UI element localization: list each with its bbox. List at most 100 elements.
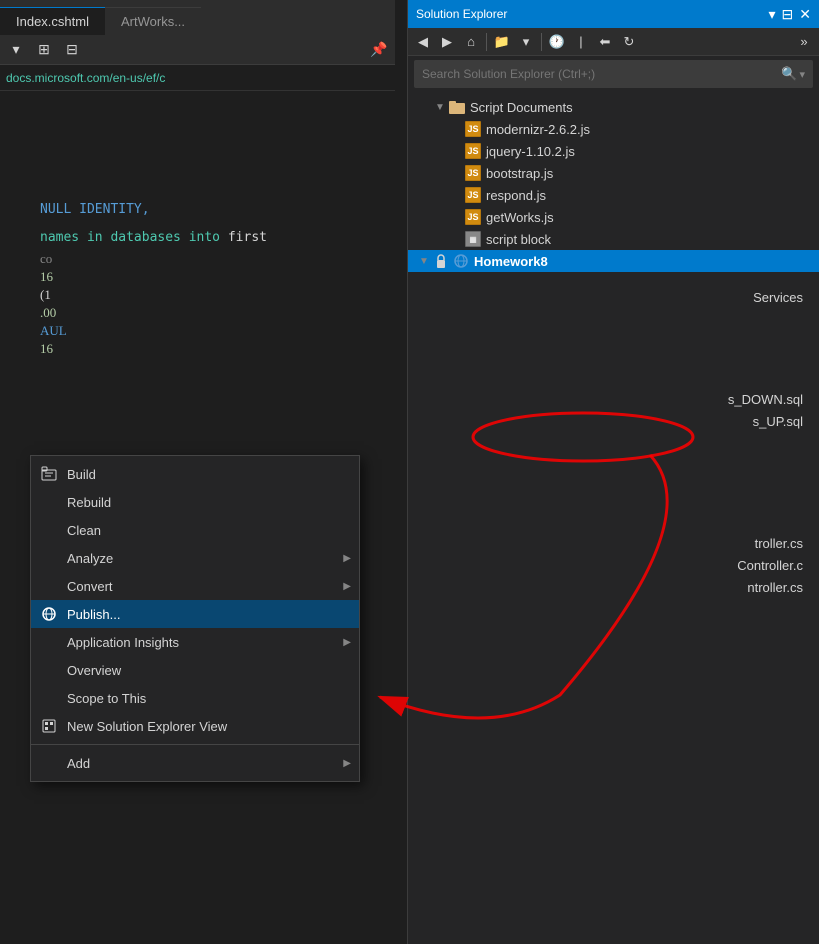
code-fill5: AUL (0, 323, 395, 339)
ctx-analyze[interactable]: Analyze ▶ (31, 544, 359, 572)
tree-label-bootstrap: bootstrap.js (486, 166, 553, 181)
code-fill: co (0, 251, 395, 267)
sep2 (541, 33, 542, 51)
code-line-null: NULL IDENTITY, (0, 199, 395, 219)
tree-item-homework8[interactable]: ▼ Homework8 (408, 250, 819, 272)
ctx-overview[interactable]: Overview (31, 656, 359, 684)
ctx-analyze-label: Analyze (67, 551, 113, 566)
tree-item-respond[interactable]: JS respond.js (408, 184, 819, 206)
layout-btn[interactable]: ⊟ (60, 38, 84, 62)
se-close-btn[interactable]: ✕ (799, 7, 811, 21)
tab-bar: Index.cshtml ArtWorks... (0, 0, 395, 35)
dropdown-btn[interactable]: ▾ (4, 38, 28, 62)
tree-item-sql-up[interactable]: s_UP.sql (408, 410, 819, 432)
code-fill4: .00 (0, 305, 395, 321)
se-title: Solution Explorer (416, 7, 769, 21)
tree-item-script-documents[interactable]: ▼ Script Documents (408, 96, 819, 118)
tree-item-script-block[interactable]: ▦ script block (408, 228, 819, 250)
script-icon: ▦ (464, 230, 482, 248)
se-titlebar: Solution Explorer ▾ ⊟ ✕ (408, 0, 819, 28)
se-search-input[interactable] (422, 67, 781, 81)
ctx-add-label: Add (67, 756, 90, 771)
sep1 (486, 33, 487, 51)
folder-icon (448, 98, 466, 116)
ctx-app-insights[interactable]: Application Insights ▶ (31, 628, 359, 656)
ctx-scope-to-this[interactable]: Scope to This (31, 684, 359, 712)
new-view-icon (39, 716, 59, 736)
ctx-add[interactable]: Add ▶ (31, 749, 359, 777)
se-search-bar[interactable]: 🔍 ▾ (414, 60, 813, 88)
ctx-new-explorer-view[interactable]: New Solution Explorer View (31, 712, 359, 740)
tree-item-controller3[interactable]: ntroller.cs (408, 576, 819, 598)
code-fill2: 16 (0, 269, 395, 285)
ctx-clean[interactable]: Clean (31, 516, 359, 544)
analyze-submenu-arrow: ▶ (343, 553, 351, 564)
tree-label-script-block: script block (486, 232, 551, 247)
ctx-build[interactable]: Build (31, 460, 359, 488)
se-home-btn[interactable]: ⌂ (460, 31, 482, 53)
partial-sql-up: s_UP.sql (753, 414, 819, 429)
tree-item-controller1[interactable]: troller.cs (408, 532, 819, 554)
se-toolbar: ◀ ▶ ⌂ 📁 ▾ 🕐 | ⬅ ↻ » (408, 28, 819, 56)
se-pin-btn[interactable]: ⊟ (782, 7, 794, 21)
tree-item-jquery[interactable]: JS jquery-1.10.2.js (408, 140, 819, 162)
se-titlebar-buttons: ▾ ⊟ ✕ (769, 7, 812, 21)
se-refresh-btn[interactable]: ↻ (618, 31, 640, 53)
tree-item-services[interactable]: Services (408, 286, 819, 308)
se-overflow-btn[interactable]: » (793, 31, 815, 53)
ctx-convert-label: Convert (67, 579, 113, 594)
se-sep-btn[interactable]: | (570, 31, 592, 53)
partial-controller2: Controller.c (737, 558, 819, 573)
address-text: docs.microsoft.com/en-us/ef/c (6, 71, 165, 85)
tree-label-jquery: jquery-1.10.2.js (486, 144, 575, 159)
add-submenu-arrow: ▶ (343, 758, 351, 769)
tab-index-cshtml[interactable]: Index.cshtml (0, 7, 105, 35)
tree-label-modernizr: modernizr-2.6.2.js (486, 122, 590, 137)
se-back-btn[interactable]: ◀ (412, 31, 434, 53)
tree-item-modernizr[interactable]: JS modernizr-2.6.2.js (408, 118, 819, 140)
grid-btn[interactable]: ⊞ (32, 38, 56, 62)
se-dropdown2-btn[interactable]: ▾ (515, 31, 537, 53)
tree-item-bootstrap[interactable]: JS bootstrap.js (408, 162, 819, 184)
ctx-app-insights-label: Application Insights (67, 635, 179, 650)
convert-submenu-arrow: ▶ (343, 581, 351, 592)
tree-gap (408, 308, 819, 388)
ctx-separator (31, 744, 359, 745)
publish-icon (39, 604, 59, 624)
code-fill6: 16 (0, 341, 395, 357)
ctx-rebuild-label: Rebuild (67, 495, 111, 510)
ctx-publish[interactable]: Publish... (31, 600, 359, 628)
tree-item-controller2[interactable]: Controller.c (408, 554, 819, 576)
se-forward-btn[interactable]: ▶ (436, 31, 458, 53)
js-icon-getworks: JS (464, 208, 482, 226)
partial-controller1: troller.cs (755, 536, 819, 551)
tree-gap2 (408, 432, 819, 532)
project-web-icon (452, 252, 470, 270)
tree-item-getworks[interactable]: JS getWorks.js (408, 206, 819, 228)
address-bar: docs.microsoft.com/en-us/ef/c (0, 65, 395, 91)
ctx-convert[interactable]: Convert ▶ (31, 572, 359, 600)
js-icon-modernizr: JS (464, 120, 482, 138)
ctx-scope-label: Scope to This (67, 691, 146, 706)
se-dropdown-btn[interactable]: ▾ (769, 7, 776, 21)
editor-toolbar: ▾ ⊞ ⊟ 📌 (0, 35, 395, 65)
ctx-new-view-label: New Solution Explorer View (67, 719, 227, 734)
search-dropdown-btn[interactable]: ▾ (799, 68, 805, 81)
solution-explorer: Solution Explorer ▾ ⊟ ✕ ◀ ▶ ⌂ 📁 ▾ 🕐 | ⬅ … (407, 0, 819, 944)
tree-label-script-documents: Script Documents (470, 100, 573, 115)
tree-collapse-arrow[interactable]: ▼ (432, 102, 448, 113)
ctx-overview-label: Overview (67, 663, 121, 678)
search-icon: 🔍 (781, 66, 797, 82)
se-folder-btn[interactable]: 📁 (491, 31, 513, 53)
tree-item-sql-down[interactable]: s_DOWN.sql (408, 388, 819, 410)
insights-submenu-arrow: ▶ (343, 637, 351, 648)
ctx-rebuild[interactable]: Rebuild (31, 488, 359, 516)
tree-label-homework8: Homework8 (474, 254, 548, 269)
build-icon (39, 464, 59, 484)
code-line-names: names in databases into first (0, 227, 395, 247)
se-clock-btn[interactable]: 🕐 (546, 31, 568, 53)
pin-btn[interactable]: 📌 (367, 38, 391, 62)
se-nav1-btn[interactable]: ⬅ (594, 31, 616, 53)
ctx-publish-label: Publish... (67, 607, 120, 622)
tab-artworks[interactable]: ArtWorks... (105, 7, 201, 35)
